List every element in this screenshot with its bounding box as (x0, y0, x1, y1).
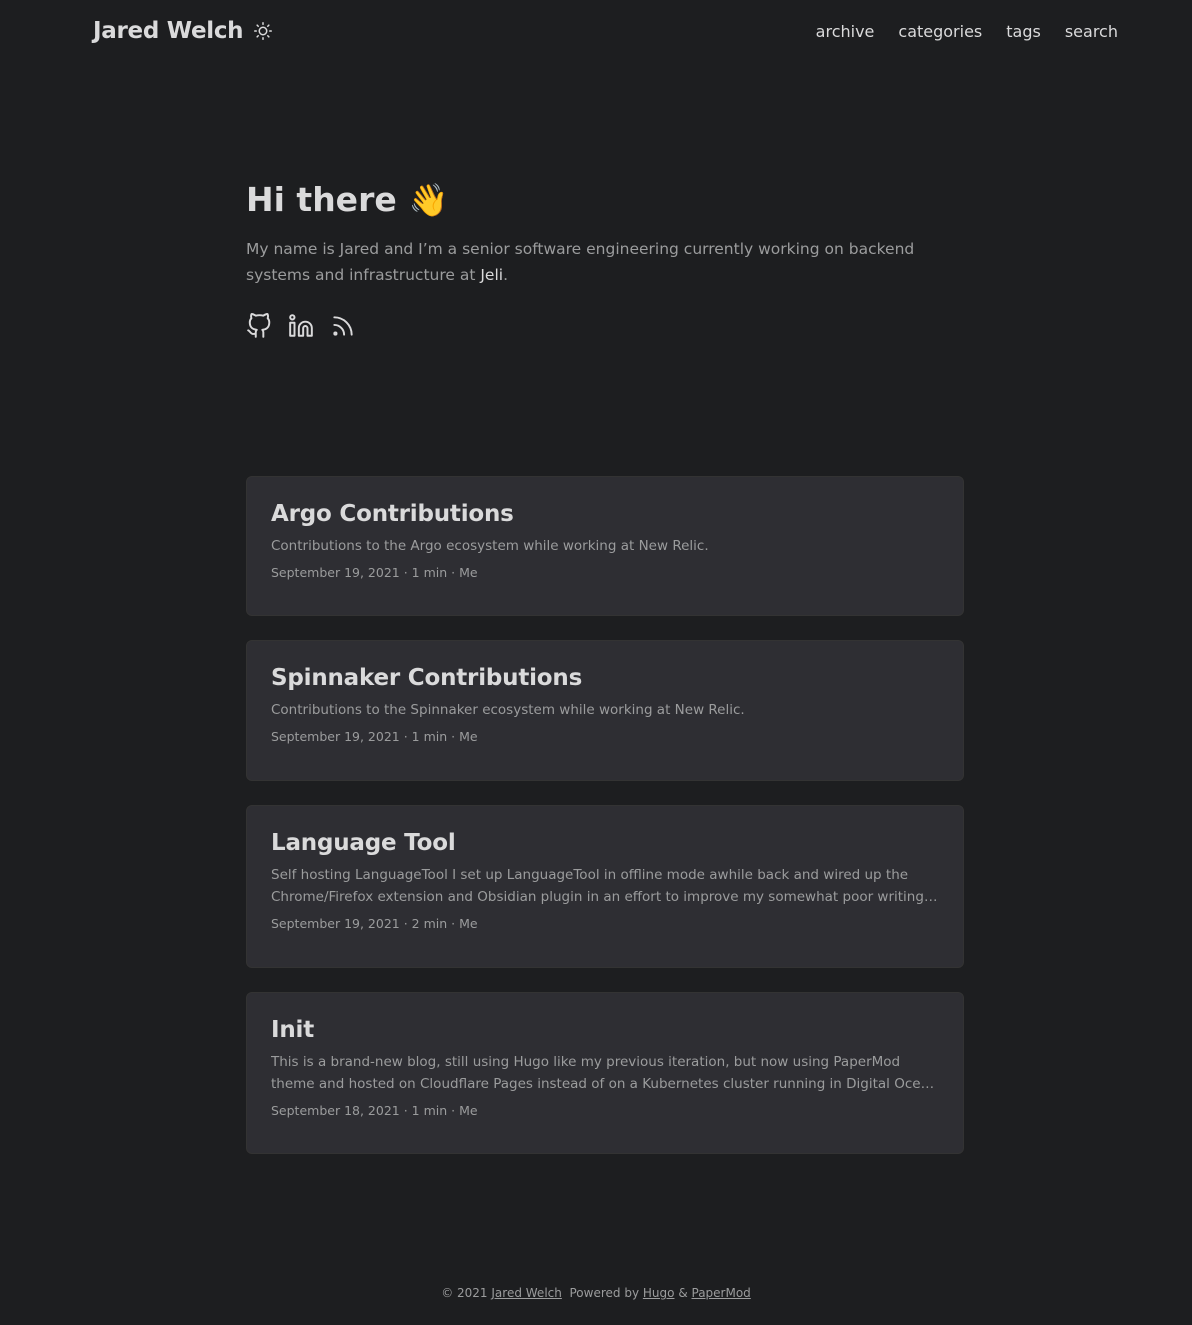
footer-powered-by: Powered by (569, 1286, 640, 1300)
linkedin-icon[interactable] (288, 312, 314, 340)
footer-hugo-link[interactable]: Hugo (643, 1286, 675, 1300)
waving-hand-emoji: 👋 (408, 180, 449, 219)
post-title: Argo Contributions (271, 501, 514, 527)
hero-intro-end: . (503, 266, 509, 284)
post-title: Init (271, 1017, 315, 1043)
post-title: Spinnaker Contributions (271, 665, 583, 691)
post-summary: This is a brand-new blog, still using Hu… (271, 1054, 938, 1092)
github-icon[interactable] (246, 312, 272, 340)
nav-tags-link[interactable]: tags (1006, 22, 1041, 41)
post-summary: Contributions to the Argo ecosystem whil… (271, 538, 709, 554)
post-meta: September 19, 2021 · 2 min · Me (271, 916, 478, 931)
sun-icon[interactable] (253, 21, 273, 41)
post-meta: September 19, 2021 · 1 min · Me (271, 565, 478, 580)
hero-intro: My name is Jared and I’m a senior softwa… (246, 236, 966, 288)
post-summary: Contributions to the Spinnaker ecosystem… (271, 702, 745, 718)
nav-categories-link[interactable]: categories (898, 22, 982, 41)
post-card[interactable]: Argo Contributions Contributions to the … (246, 476, 964, 616)
hero-title: Hi there 👋 (246, 180, 449, 219)
footer-copyright: © 2021 (441, 1286, 488, 1300)
site-header: Jared Welch archive categories tags sear… (93, 0, 1118, 62)
social-icons (246, 312, 356, 340)
hero-title-text: Hi there (246, 180, 397, 219)
post-summary: Self hosting LanguageTool I set up Langu… (271, 867, 929, 905)
post-card[interactable]: Init This is a brand-new blog, still usi… (246, 992, 964, 1154)
site-title-link[interactable]: Jared Welch (93, 18, 244, 44)
post-meta: September 18, 2021 · 1 min · Me (271, 1103, 478, 1118)
footer-ampersand: & (678, 1286, 688, 1300)
rss-icon[interactable] (330, 312, 356, 340)
post-title: Language Tool (271, 830, 456, 856)
footer-papermod-link[interactable]: PaperMod (692, 1286, 751, 1300)
nav-archive-link[interactable]: archive (816, 22, 875, 41)
logo-group: Jared Welch (93, 18, 273, 44)
post-meta: September 19, 2021 · 1 min · Me (271, 729, 478, 744)
nav-search-link[interactable]: search (1065, 22, 1118, 41)
hero-intro-text: My name is Jared and I’m a senior softwa… (246, 240, 915, 284)
post-card[interactable]: Language Tool Self hosting LanguageTool … (246, 805, 964, 968)
jeli-link[interactable]: Jeli (480, 266, 503, 284)
post-card[interactable]: Spinnaker Contributions Contributions to… (246, 640, 964, 781)
main-nav: archive categories tags search (816, 22, 1118, 41)
site-footer: © 2021 Jared Welch Powered by Hugo & Pap… (0, 1286, 1192, 1300)
footer-author-link[interactable]: Jared Welch (491, 1286, 561, 1300)
